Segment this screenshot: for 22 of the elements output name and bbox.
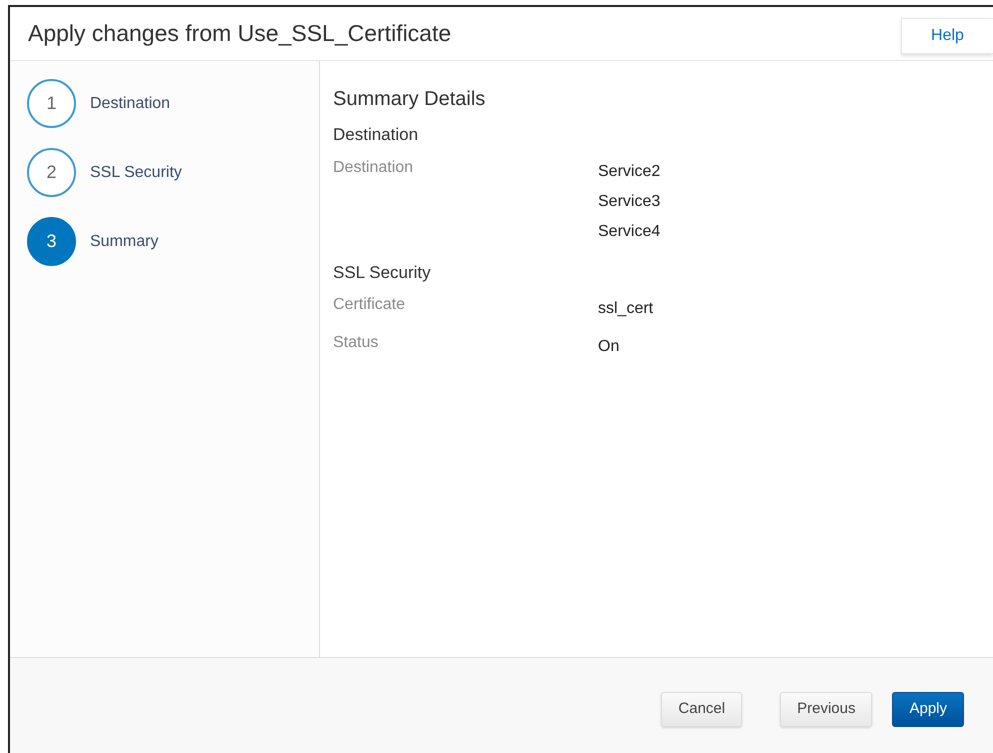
field-label: Destination bbox=[333, 158, 414, 178]
field-value: Service2 bbox=[598, 162, 660, 182]
help-button[interactable]: Help bbox=[901, 18, 993, 54]
dialog-button[interactable]: Apply bbox=[892, 692, 964, 727]
step-link[interactable]: Summary bbox=[90, 230, 158, 254]
field-label: Certificate bbox=[333, 295, 406, 315]
step-number[interactable]: 1 bbox=[27, 79, 76, 128]
field-value: On bbox=[598, 337, 620, 357]
step-number[interactable]: 3 bbox=[27, 217, 76, 266]
section-title: Destination bbox=[333, 124, 420, 146]
section-title: SSL Security bbox=[333, 262, 432, 284]
field-value: Service4 bbox=[598, 222, 660, 242]
field-value: Service3 bbox=[598, 192, 660, 212]
summary-heading: Summary Details bbox=[333, 87, 486, 111]
dialog-button[interactable]: Previous bbox=[780, 692, 872, 727]
step-link[interactable]: Destination bbox=[90, 92, 170, 116]
step-link[interactable]: SSL Security bbox=[90, 160, 182, 184]
window-title: Apply changes from Use_SSL_Certificate bbox=[28, 20, 452, 48]
field-value: ssl_cert bbox=[598, 299, 654, 319]
step-number[interactable]: 2 bbox=[27, 148, 76, 197]
dialog-button[interactable]: Cancel bbox=[661, 692, 742, 727]
field-label: Status bbox=[333, 333, 380, 353]
